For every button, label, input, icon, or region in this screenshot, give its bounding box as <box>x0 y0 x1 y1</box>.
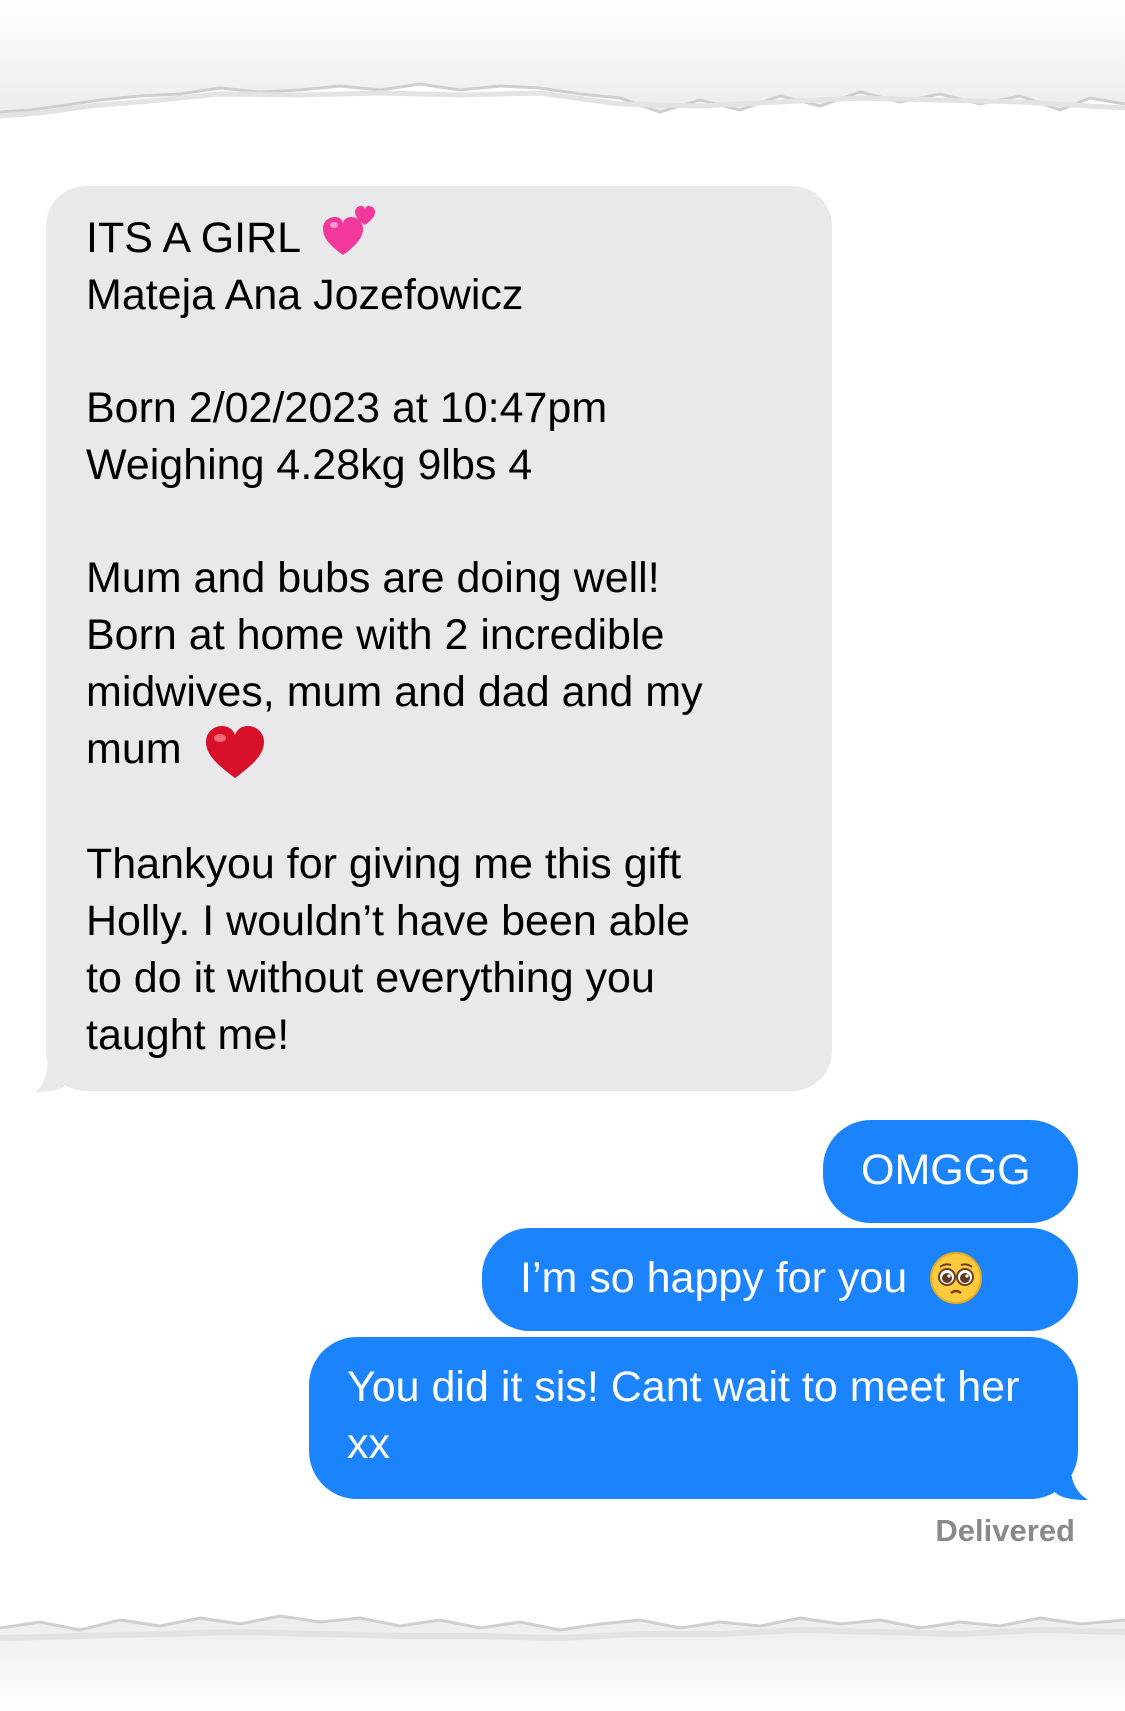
message-paragraph: Mum and bubs are doing well! Born at hom… <box>86 550 798 780</box>
message-line: Holly. I wouldn’t have been able <box>86 896 690 945</box>
message-text: OMGGG <box>861 1146 1031 1194</box>
message-paragraph: Thankyou for giving me this gift Holly. … <box>86 836 798 1064</box>
incoming-bubble-tail <box>34 1050 68 1092</box>
torn-paper-top-edge <box>0 0 1125 119</box>
message-line: ITS A GIRL <box>86 214 300 262</box>
message-line: taught me! <box>86 1010 290 1059</box>
message-line: Weighing 4.28kg 9lbs 4 <box>86 441 533 489</box>
outgoing-message-bubble[interactable]: OMGGG <box>823 1120 1078 1223</box>
outgoing-bubble-tail <box>1050 1458 1088 1500</box>
message-text: I’m so happy for you <box>520 1254 908 1302</box>
red-heart-icon <box>205 725 264 778</box>
delivered-status: Delivered <box>935 1513 1075 1548</box>
message-line: Mum and bubs are doing well! <box>86 554 660 602</box>
message-line: Thankyou for giving me this gift <box>86 839 682 888</box>
message-text: You did it sis! Cant wait to meet her xx <box>347 1363 1020 1468</box>
two-hearts-icon <box>323 205 376 255</box>
message-line: mum <box>86 725 182 773</box>
message-paragraph: ITS A GIRL Mateja Ana Jozefowicz <box>86 205 798 324</box>
pleading-face-icon <box>930 1251 983 1304</box>
outgoing-message-bubble[interactable]: You did it sis! Cant wait to meet her xx <box>309 1337 1078 1499</box>
message-line: Mateja Ana Jozefowicz <box>86 271 524 319</box>
message-line: Born 2/02/2023 at 10:47pm <box>86 384 608 432</box>
message-line: midwives, mum and dad and my <box>86 668 703 716</box>
incoming-message-bubble[interactable]: ITS A GIRL Mateja Ana Jozefowicz Born 2/… <box>46 186 832 1091</box>
outgoing-message-bubble[interactable]: I’m so happy for you <box>482 1228 1078 1331</box>
message-paragraph: Born 2/02/2023 at 10:47pm Weighing 4.28k… <box>86 380 798 494</box>
message-line: Born at home with 2 incredible <box>86 611 665 659</box>
torn-paper-bottom-edge <box>0 1614 1125 1711</box>
message-line: to do it without everything you <box>86 953 655 1002</box>
